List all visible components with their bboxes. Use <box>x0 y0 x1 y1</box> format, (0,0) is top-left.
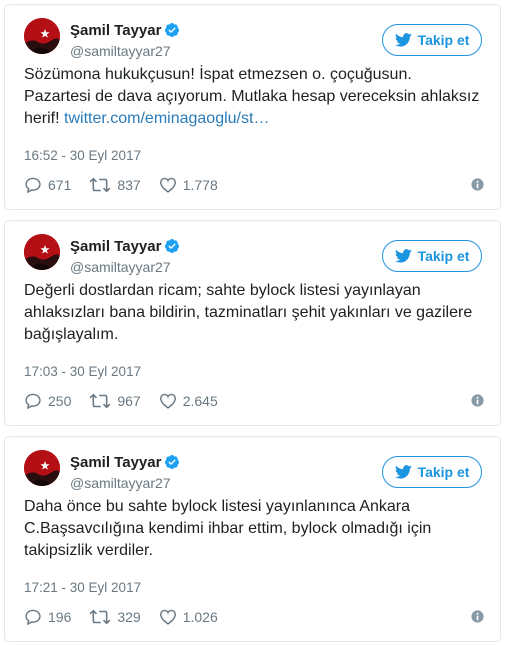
tweet-actions: 196 329 1.026 <box>24 607 484 627</box>
author-name-text: Şamil Tayyar <box>70 22 162 39</box>
twitter-bird-icon <box>394 249 412 263</box>
tweet-actions: 671 837 1.778 <box>24 175 484 195</box>
retweet-count: 967 <box>117 393 141 409</box>
author-name-text: Şamil Tayyar <box>70 454 162 471</box>
like-action[interactable]: 2.645 <box>159 393 218 409</box>
reply-count: 196 <box>48 609 72 625</box>
author-handle[interactable]: @samiltayyar27 <box>70 259 171 275</box>
retweet-icon <box>89 609 111 625</box>
follow-button-label: Takip et <box>417 464 470 480</box>
reply-action[interactable]: 250 <box>24 393 71 409</box>
author-handle[interactable]: @samiltayyar27 <box>70 43 171 59</box>
tweet-card: Şamil Tayyar @samiltayyar27 Takip et Dah… <box>4 436 501 642</box>
tweet-timestamp[interactable]: 17:21 - 30 Eyl 2017 <box>24 580 141 595</box>
tweet-text-line-2: Pazartesi de dava açıyorum. Mutlaka hesa… <box>24 88 480 105</box>
follow-button[interactable]: Takip et <box>382 240 482 272</box>
author-name[interactable]: Şamil Tayyar <box>70 238 180 255</box>
follow-button[interactable]: Takip et <box>382 456 482 488</box>
retweet-action[interactable]: 837 <box>89 177 141 193</box>
tweet-actions: 250 967 2.645 <box>24 391 484 411</box>
like-action[interactable]: 1.778 <box>159 177 218 193</box>
tweet-link[interactable]: twitter.com/eminagaoglu/st… <box>64 110 269 127</box>
avatar[interactable] <box>24 18 60 54</box>
tweet-text: Sözümona hukukçusun! İspat etmezsen o. ç… <box>24 64 489 130</box>
tweet-card: Şamil Tayyar @samiltayyar27 Takip et Değ… <box>4 220 501 426</box>
tweet-card: Şamil Tayyar @samiltayyar27 Takip et Söz… <box>4 4 501 210</box>
reply-icon <box>25 177 41 193</box>
author-name[interactable]: Şamil Tayyar <box>70 22 180 39</box>
follow-button[interactable]: Takip et <box>382 24 482 56</box>
reply-count: 250 <box>48 393 72 409</box>
like-heart-icon <box>159 177 176 193</box>
info-icon[interactable] <box>471 178 484 191</box>
tweet-text-line-1: Daha önce bu sahte bylock listesi yayınl… <box>24 498 411 515</box>
avatar[interactable] <box>24 234 60 270</box>
info-icon[interactable] <box>471 394 484 407</box>
reply-action[interactable]: 196 <box>24 609 71 625</box>
author-handle[interactable]: @samiltayyar27 <box>70 475 171 491</box>
like-count: 1.026 <box>182 609 218 625</box>
tweet-text-line-1: Değerli dostlardan ricam; sahte bylock l… <box>24 282 421 299</box>
avatar[interactable] <box>24 450 60 486</box>
reply-icon <box>25 609 41 625</box>
retweet-action[interactable]: 329 <box>89 609 141 625</box>
tweet-text: Değerli dostlardan ricam; sahte bylock l… <box>24 280 489 346</box>
like-count: 1.778 <box>182 177 218 193</box>
like-heart-icon <box>159 393 176 409</box>
like-action[interactable]: 1.026 <box>159 609 218 625</box>
retweet-count: 837 <box>117 177 141 193</box>
verified-badge-icon <box>165 23 180 37</box>
tweet-text-line-3: bağışlayalım. <box>24 326 119 343</box>
info-icon[interactable] <box>471 610 484 623</box>
author-name-text: Şamil Tayyar <box>70 238 162 255</box>
follow-button-label: Takip et <box>417 32 470 48</box>
verified-badge-icon <box>165 239 180 253</box>
retweet-action[interactable]: 967 <box>89 393 141 409</box>
tweet-timestamp[interactable]: 16:52 - 30 Eyl 2017 <box>24 148 141 163</box>
twitter-bird-icon <box>394 465 412 479</box>
tweet-text-line-3: takipsizlik verdiler. <box>24 542 153 559</box>
tweet-text-line-1: Sözümona hukukçusun! İspat etmezsen o. ç… <box>24 66 412 83</box>
tweet-text: Daha önce bu sahte bylock listesi yayınl… <box>24 496 489 562</box>
verified-badge-icon <box>165 455 180 469</box>
like-heart-icon <box>159 609 176 625</box>
reply-icon <box>25 393 41 409</box>
retweet-icon <box>89 177 111 193</box>
follow-button-label: Takip et <box>417 248 470 264</box>
author-name[interactable]: Şamil Tayyar <box>70 454 180 471</box>
tweet-text-line-2: C.Başsavcılığına kendimi ihbar ettim, by… <box>24 520 432 537</box>
tweet-text-line-2: ahlaksızları bana bildirin, tazminatları… <box>24 304 473 321</box>
retweet-count: 329 <box>117 609 141 625</box>
twitter-bird-icon <box>394 33 412 47</box>
reply-count: 671 <box>48 177 72 193</box>
like-count: 2.645 <box>182 393 218 409</box>
reply-action[interactable]: 671 <box>24 177 71 193</box>
tweet-text-line-3: herif! twitter.com/eminagaoglu/st… <box>24 110 270 127</box>
retweet-icon <box>89 393 111 409</box>
tweet-timestamp[interactable]: 17:03 - 30 Eyl 2017 <box>24 364 141 379</box>
